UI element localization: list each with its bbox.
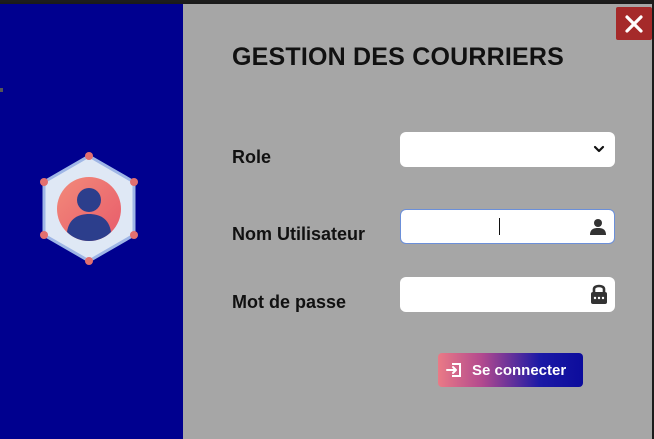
close-icon — [625, 14, 643, 33]
username-input[interactable] — [400, 209, 615, 244]
user-icon — [590, 219, 606, 235]
user-avatar-icon — [40, 152, 138, 265]
login-icon — [446, 362, 462, 378]
chevron-down-icon — [593, 145, 605, 153]
text-cursor — [499, 218, 500, 235]
lock-icon — [591, 284, 607, 304]
page-title: GESTION DES COURRIERS — [232, 43, 565, 71]
connect-button-label: Se connecter — [472, 361, 567, 379]
role-label: Role — [232, 147, 272, 167]
connect-button[interactable]: Se connecter — [438, 353, 583, 387]
username-label: Nom Utilisateur — [232, 224, 366, 244]
role-select[interactable] — [400, 132, 615, 167]
password-input[interactable] — [400, 277, 615, 312]
close-button[interactable] — [616, 7, 652, 40]
window-edge-mark — [0, 88, 3, 92]
login-window: GESTION DES COURRIERS Role Nom Utilisate… — [0, 0, 652, 439]
password-label: Mot de passe — [232, 292, 347, 312]
